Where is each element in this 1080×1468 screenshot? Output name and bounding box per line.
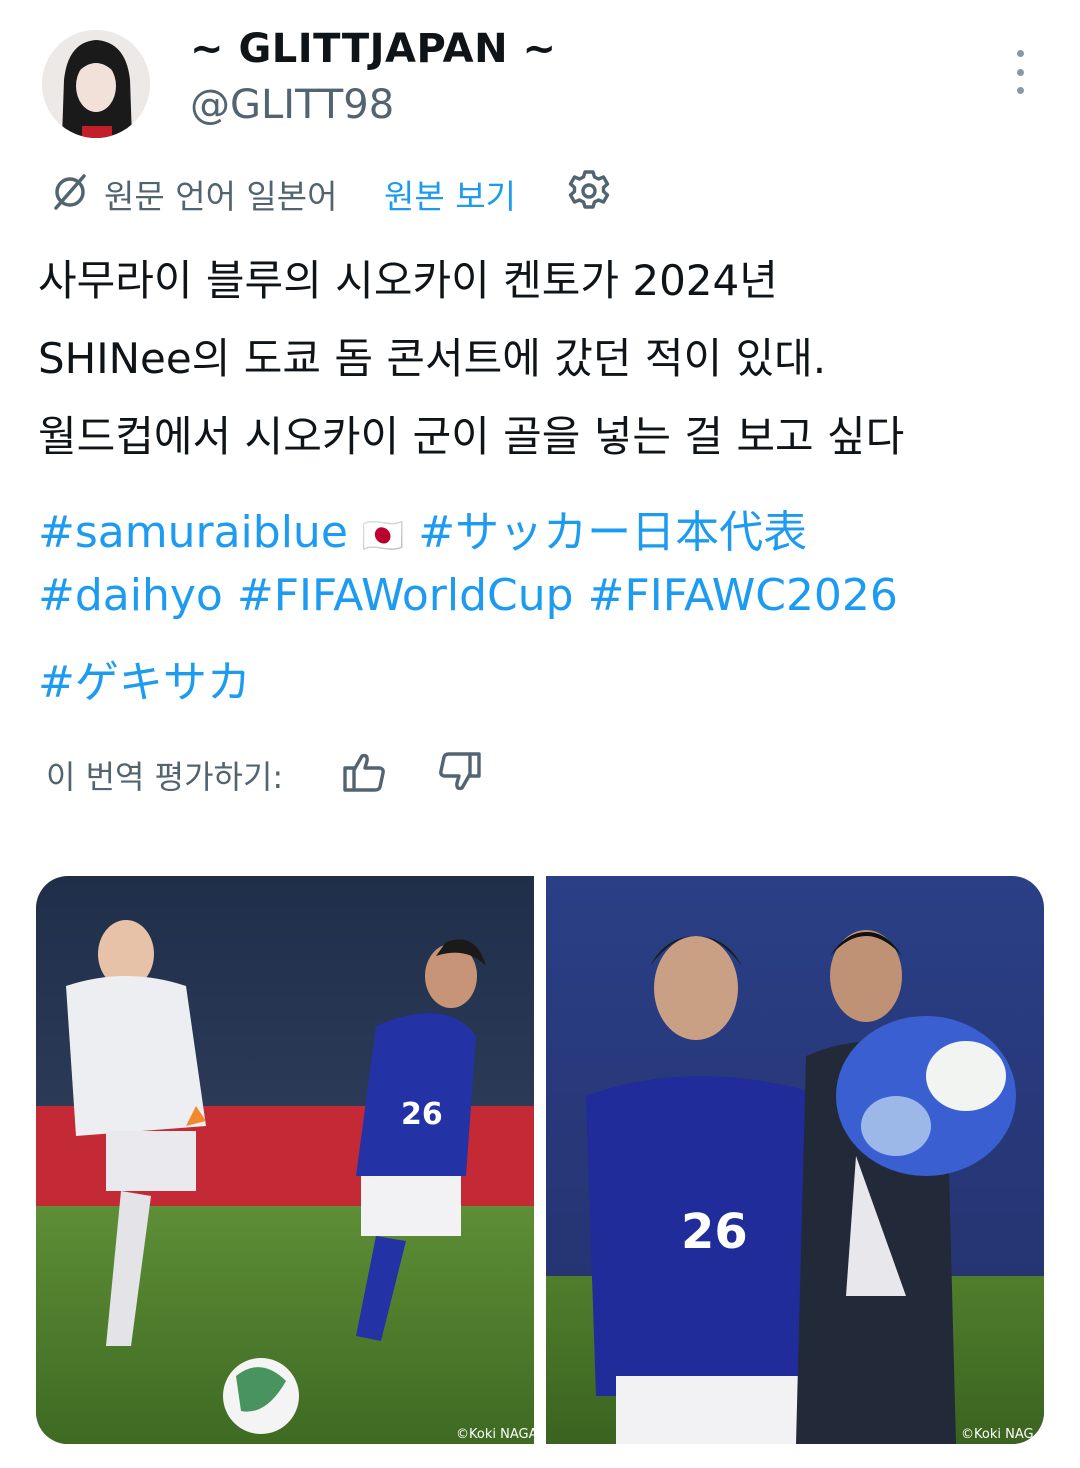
photo-credit: ©Koki NAGA xyxy=(456,1427,534,1442)
tweet-text-line: 사무라이 블루의 시오카이 켄토가 2024년 xyxy=(38,256,778,305)
photo-credit: ©Koki NAG xyxy=(961,1427,1034,1442)
thumbs-up-icon[interactable] xyxy=(340,748,388,796)
display-name[interactable]: ~ GLITTJAPAN ~ xyxy=(190,26,557,72)
jersey-number: 26 xyxy=(401,1097,443,1132)
jersey-number: 26 xyxy=(681,1204,748,1260)
rate-translation-label: 이 번역 평가하기: xyxy=(46,758,284,796)
gear-icon[interactable] xyxy=(566,168,612,214)
hashtag-link[interactable]: #FIFAWC2026 xyxy=(588,570,898,621)
hashtag-link[interactable]: #daihyo xyxy=(38,570,223,621)
translate-icon xyxy=(50,172,90,212)
tweet-text-line: SHINee의 도쿄 돔 콘서트에 갔던 적이 있대. xyxy=(38,334,827,383)
show-original-link[interactable]: 원본 보기 xyxy=(384,170,516,218)
hashtag-link[interactable]: #サッカー日本代表 xyxy=(418,507,807,558)
thumbs-down-icon[interactable] xyxy=(436,748,484,796)
tweet-photo[interactable]: 26 ©Koki NAG xyxy=(546,876,1044,1444)
hashtag-row: #samuraiblue 🇯🇵 #サッカー日本代表 xyxy=(38,496,1048,560)
hashtag-link[interactable]: #samuraiblue xyxy=(38,507,348,558)
hashtag-link[interactable]: #ゲキサカ xyxy=(38,657,251,708)
tweet-photo[interactable]: 26 ©Koki NAGA xyxy=(36,876,534,1444)
more-vertical-icon xyxy=(1016,50,1024,57)
hashtag-link[interactable]: #FIFAWorldCup xyxy=(237,570,574,621)
tweet-text-line: 월드컵에서 시오카이 군이 골을 넣는 걸 보고 싶다 xyxy=(38,412,905,461)
hashtag-row: #daihyo #FIFAWorldCup #FIFAWC2026 xyxy=(38,570,1048,621)
avatar[interactable] xyxy=(42,30,150,138)
hashtag-row: #ゲキサカ xyxy=(38,646,1048,710)
more-options-button[interactable] xyxy=(996,50,1044,94)
user-handle[interactable]: @GLITT98 xyxy=(190,82,394,128)
source-language-label: 원문 언어 일본어 xyxy=(104,177,338,216)
japan-flag-emoji: 🇯🇵 xyxy=(361,516,405,556)
